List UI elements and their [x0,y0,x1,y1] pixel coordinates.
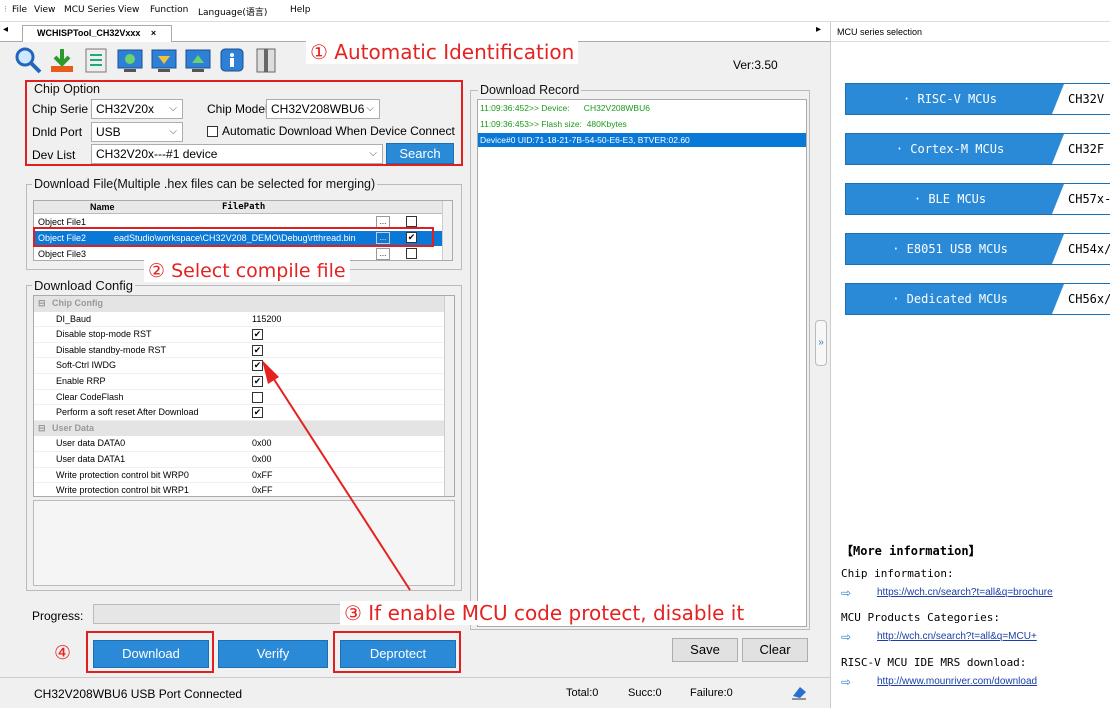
mcu-series-button[interactable]: · Cortex-M MCUs CH32F [845,133,1110,165]
ide-download-link[interactable]: http://www.mounriver.com/download [877,676,1037,687]
mcu-series-code: CH57x-C [1052,184,1110,214]
mcu-series-panel: MCU series selection · RISC-V MCUs CH32V ·… [830,22,1110,708]
mcu-series-label: · RISC-V MCUs [903,92,997,106]
mcu-series-code: CH54x/C [1052,234,1110,264]
chip-info-label: Chip information: [841,567,954,580]
mcu-panel-title: MCU series selection [831,22,1110,42]
more-information-heading: 【More information】 [841,544,981,558]
mcu-series-code: CH32F [1052,134,1110,164]
arrow-right-icon: ⇨ [841,586,852,600]
annotation-arrow [262,360,411,591]
mcu-series-button[interactable]: · BLE MCUs CH57x-C [845,183,1110,215]
mcu-series-code: CH32V [1052,84,1110,114]
mcu-series-label: · E8051 USB MCUs [892,242,1008,256]
mcu-series-button[interactable]: · E8051 USB MCUs CH54x/C [845,233,1110,265]
mcu-series-label: · BLE MCUs [913,192,987,206]
mcu-series-button[interactable]: · RISC-V MCUs CH32V [845,83,1110,115]
mcu-series-button[interactable]: · Dedicated MCUs CH56x/CH [845,283,1110,315]
mcu-series-label: · Cortex-M MCUs [895,142,1005,156]
mcu-series-label: · Dedicated MCUs [892,292,1008,306]
mcu-products-label: MCU Products Categories: [841,611,1000,624]
ide-download-label: RISC-V MCU IDE MRS download: [841,656,1027,669]
arrow-right-icon: ⇨ [841,630,852,644]
mcu-series-code: CH56x/CH [1052,284,1110,314]
chip-info-link[interactable]: https://wch.cn/search?t=all&q=brochure [877,587,1053,598]
arrow-right-icon: ⇨ [841,675,852,689]
mcu-products-link[interactable]: http://wch.cn/search?t=all&q=MCU+ [877,631,1037,642]
